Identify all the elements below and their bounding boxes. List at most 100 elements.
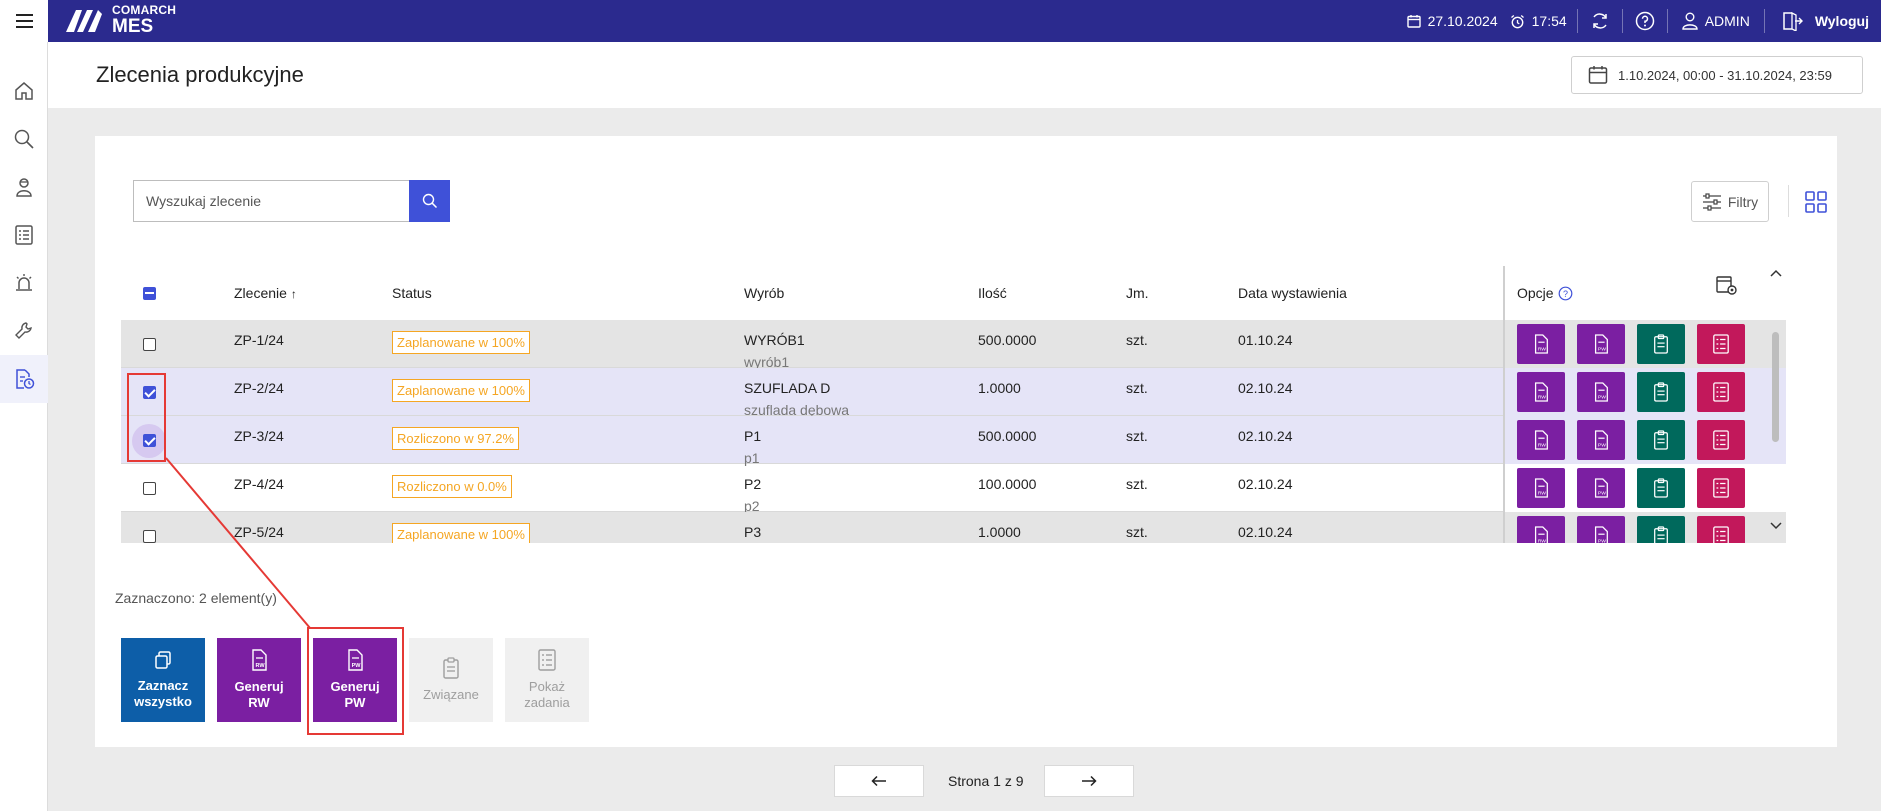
info-icon[interactable]: ?	[1558, 286, 1573, 301]
table-row[interactable]: ZP-3/24 Rozliczono w 97.2% P1 p1 500.0000 szt…	[121, 416, 1503, 466]
task-list-button[interactable]	[1697, 420, 1745, 460]
row-checkbox[interactable]	[143, 338, 156, 351]
generate-rw-button[interactable]: RW Generuj RW	[217, 638, 301, 722]
status-badge: Rozliczono w 97.2%	[392, 427, 520, 450]
related-button[interactable]: Związane	[409, 638, 493, 722]
column-header-quantity[interactable]: Ilość	[978, 285, 1007, 301]
next-page-button[interactable]	[1044, 765, 1134, 797]
hamburger-menu-icon[interactable]	[0, 0, 48, 42]
page-header: Zlecenia produkcyjne 1.10.2024, 00:00 - …	[48, 42, 1881, 108]
sidebar-item-lists[interactable]	[0, 211, 48, 259]
app-logo[interactable]: COMARCH MES	[64, 4, 176, 36]
search-input[interactable]	[146, 193, 396, 209]
current-time: 17:54	[1508, 0, 1577, 42]
row-checkbox[interactable]	[143, 530, 156, 543]
product-cell: P3p3	[744, 523, 761, 543]
doc-pw-button[interactable]: PW	[1577, 372, 1625, 412]
select-all-button[interactable]: Zaznacz wszystko	[121, 638, 205, 722]
product-cell: SZUFLADA Dszuflada dębowa	[744, 379, 849, 419]
table-row[interactable]: ZP-4/24 Rozliczono w 0.0% P2 p2 100.0000 szt.…	[121, 464, 1503, 514]
order-number[interactable]: ZP-3/24	[234, 427, 284, 445]
table-scrollbar[interactable]	[1770, 269, 1782, 531]
sidebar-item-home[interactable]	[0, 67, 48, 115]
order-number[interactable]: ZP-2/24	[234, 379, 284, 397]
doc-pw-icon: PW	[1594, 382, 1608, 402]
show-tasks-button[interactable]: Pokaż zadania	[505, 638, 589, 722]
sidebar-item-search[interactable]	[0, 115, 48, 163]
task-list-button[interactable]	[1697, 516, 1745, 543]
table-row[interactable]: ZP-2/24 Zaplanowane w 100% SZUFLADA Dszufl…	[121, 368, 1503, 419]
clipboard-icon	[1654, 334, 1668, 354]
svg-text:RW: RW	[255, 663, 265, 669]
clipboard-button[interactable]	[1637, 324, 1685, 364]
svg-text:RW: RW	[1538, 394, 1546, 400]
task-list-button[interactable]	[1697, 324, 1745, 364]
svg-text:?: ?	[1563, 289, 1568, 299]
sidebar-item-alarms[interactable]	[0, 259, 48, 307]
sidebar-item-workers[interactable]	[0, 163, 48, 211]
chevron-down-icon[interactable]	[1770, 521, 1782, 531]
arrow-right-icon	[1082, 775, 1097, 787]
task-list-icon	[1713, 478, 1729, 498]
row-checkbox[interactable]	[143, 482, 156, 495]
doc-rw-button[interactable]: RW	[1517, 468, 1565, 508]
pagination: Strona 1 z 9	[0, 765, 1881, 797]
help-icon	[1635, 11, 1654, 31]
doc-pw-button[interactable]: PW	[1577, 516, 1625, 543]
doc-rw-button[interactable]: RW	[1517, 516, 1565, 543]
clipboard-button[interactable]	[1637, 468, 1685, 508]
doc-rw-button[interactable]: RW	[1517, 420, 1565, 460]
previous-page-button[interactable]	[834, 765, 924, 797]
order-number[interactable]: ZP-4/24	[234, 475, 284, 493]
chevron-up-icon[interactable]	[1770, 268, 1782, 278]
help-button[interactable]	[1623, 0, 1667, 42]
calendar-icon	[1588, 66, 1608, 84]
search-button[interactable]	[409, 180, 450, 222]
order-number[interactable]: ZP-1/24	[234, 331, 284, 349]
sidebar-item-production-orders[interactable]	[0, 355, 48, 403]
filters-button[interactable]: Filtry	[1691, 181, 1769, 222]
product-code: P1	[744, 428, 762, 444]
clipboard-button[interactable]	[1637, 420, 1685, 460]
clipboard-button[interactable]	[1637, 372, 1685, 412]
order-number[interactable]: ZP-5/24	[234, 523, 284, 541]
doc-pw-button[interactable]: PW	[1577, 420, 1625, 460]
column-header-issue-date[interactable]: Data wystawienia	[1238, 285, 1347, 301]
doc-pw-button[interactable]: PW	[1577, 468, 1625, 508]
doc-rw-button[interactable]: RW	[1517, 324, 1565, 364]
scrollbar-thumb[interactable]	[1772, 332, 1779, 442]
user-menu[interactable]: ADMIN	[1668, 0, 1764, 42]
sliders-icon	[1702, 192, 1721, 211]
column-header-status[interactable]: Status	[392, 285, 432, 301]
logout-label[interactable]: Wyloguj	[1815, 13, 1881, 29]
column-header-product[interactable]: Wyrób	[744, 285, 784, 301]
doc-pw-button[interactable]: PW	[1577, 324, 1625, 364]
task-list-button[interactable]	[1697, 468, 1745, 508]
grid-view-icon[interactable]	[1804, 190, 1828, 214]
refresh-button[interactable]	[1578, 0, 1622, 42]
annotation-highlight-generate-pw	[307, 627, 404, 735]
svg-text:RW: RW	[1538, 490, 1546, 496]
table-row[interactable]: ZP-5/24 Zaplanowane w 100% P3p3 1.0000 szt. 0…	[121, 512, 1503, 543]
production-orders-icon	[16, 369, 35, 389]
task-list-icon	[538, 649, 556, 671]
column-header-order[interactable]: Zlecenie ↑	[234, 285, 297, 301]
unit: szt.	[1126, 332, 1148, 348]
quantity: 1.0000	[978, 380, 1021, 396]
sidebar-item-tools[interactable]	[0, 307, 48, 355]
column-settings-icon[interactable]	[1715, 274, 1739, 298]
table-row[interactable]: ZP-1/24 Zaplanowane w 100% WYRÓB1 wyrób1 500…	[121, 320, 1503, 370]
doc-pw-icon: PW	[1594, 478, 1608, 498]
divider	[1788, 185, 1789, 217]
logout-icon	[1783, 11, 1803, 31]
logout-button[interactable]	[1765, 0, 1815, 42]
column-header-unit[interactable]: Jm.	[1126, 285, 1149, 301]
select-all-checkbox[interactable]	[143, 287, 156, 300]
doc-rw-button[interactable]: RW	[1517, 372, 1565, 412]
clipboard-button[interactable]	[1637, 516, 1685, 543]
date-range-picker[interactable]: 1.10.2024, 00:00 - 31.10.2024, 23:59	[1571, 56, 1863, 94]
doc-pw-icon: PW	[1594, 430, 1608, 450]
select-all-label-1: Zaznacz	[137, 678, 189, 693]
search-field[interactable]	[133, 180, 409, 222]
task-list-button[interactable]	[1697, 372, 1745, 412]
